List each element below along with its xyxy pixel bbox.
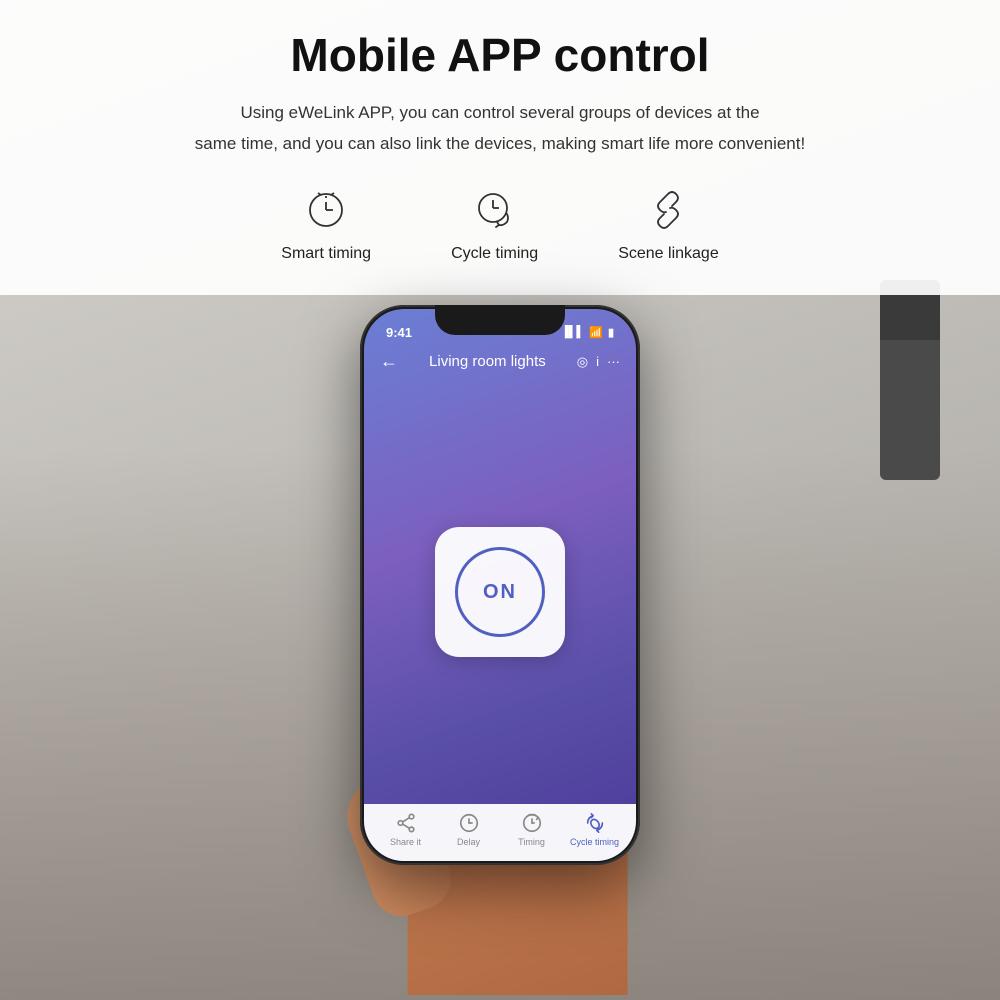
on-button[interactable]: ON (435, 527, 565, 657)
subtitle: Using eWeLink APP, you can control sever… (195, 98, 805, 159)
clock-icon (304, 188, 348, 232)
nav-timing-label: Timing (518, 837, 545, 847)
phone-status-bar: 9:41 ▐▌▌ 📶 ▮ (364, 309, 636, 345)
nav-cycle-timing-label: Cycle timing (570, 837, 619, 847)
page-title: Mobile APP control (290, 28, 709, 82)
subtitle-line2: same time, and you can also link the dev… (195, 134, 805, 153)
feature-scene-linkage: Scene linkage (618, 183, 719, 263)
nav-share-label: Share it (390, 837, 421, 847)
features-row: Smart timing Cycle timing (281, 183, 718, 263)
share-icon (395, 812, 417, 834)
cycle-timing-icon-container (468, 183, 522, 237)
scene-linkage-label: Scene linkage (618, 245, 719, 263)
top-section: Mobile APP control Using eWeLink APP, yo… (0, 0, 1000, 295)
more-icon[interactable]: ··· (607, 354, 620, 370)
nav-delay[interactable]: Delay (441, 812, 496, 847)
feature-smart-timing: Smart timing (281, 183, 371, 263)
signal-icon: ▐▌▌ (561, 326, 584, 338)
record-icon[interactable]: ◎ (577, 354, 588, 370)
phone-bottom-nav: Share it Delay (364, 804, 636, 861)
smart-timing-label: Smart timing (281, 245, 371, 263)
nav-delay-label: Delay (457, 837, 480, 847)
on-label: ON (483, 581, 517, 604)
content-wrapper: Mobile APP control Using eWeLink APP, yo… (0, 0, 1000, 1000)
back-button[interactable]: ← (380, 351, 398, 372)
feature-cycle-timing: Cycle timing (451, 183, 538, 263)
info-icon[interactable]: i (596, 354, 599, 370)
delay-icon (458, 812, 480, 834)
hand-phone-container: 9:41 ▐▌▌ 📶 ▮ ← Living room lights ◎ (330, 305, 670, 965)
on-button-inner: ON (455, 547, 545, 637)
phone-section: 9:41 ▐▌▌ 📶 ▮ ← Living room lights ◎ (0, 295, 1000, 1000)
smart-timing-icon-container (299, 183, 353, 237)
wifi-icon: 📶 (589, 326, 603, 339)
link-icon (646, 188, 690, 232)
cycle-timing-label: Cycle timing (451, 245, 538, 263)
nav-share[interactable]: Share it (378, 812, 433, 847)
status-time: 9:41 (386, 325, 412, 340)
subtitle-line1: Using eWeLink APP, you can control sever… (240, 103, 759, 122)
status-icons: ▐▌▌ 📶 ▮ (561, 326, 614, 339)
battery-icon: ▮ (608, 326, 614, 339)
timing-icon (521, 812, 543, 834)
phone-content: ON (364, 380, 636, 804)
scene-linkage-icon-container (641, 183, 695, 237)
nav-timing[interactable]: Timing (504, 812, 559, 847)
phone-frame: 9:41 ▐▌▌ 📶 ▮ ← Living room lights ◎ (360, 305, 640, 865)
phone-header-icons: ◎ i ··· (577, 354, 620, 370)
cycle-clock-icon (473, 188, 517, 232)
phone-header: ← Living room lights ◎ i ··· (364, 345, 636, 380)
phone-screen: 9:41 ▐▌▌ 📶 ▮ ← Living room lights ◎ (364, 309, 636, 861)
phone-app-title: Living room lights (429, 353, 546, 370)
cycle-timing-nav-icon (584, 812, 606, 834)
nav-cycle-timing[interactable]: Cycle timing (567, 812, 622, 847)
